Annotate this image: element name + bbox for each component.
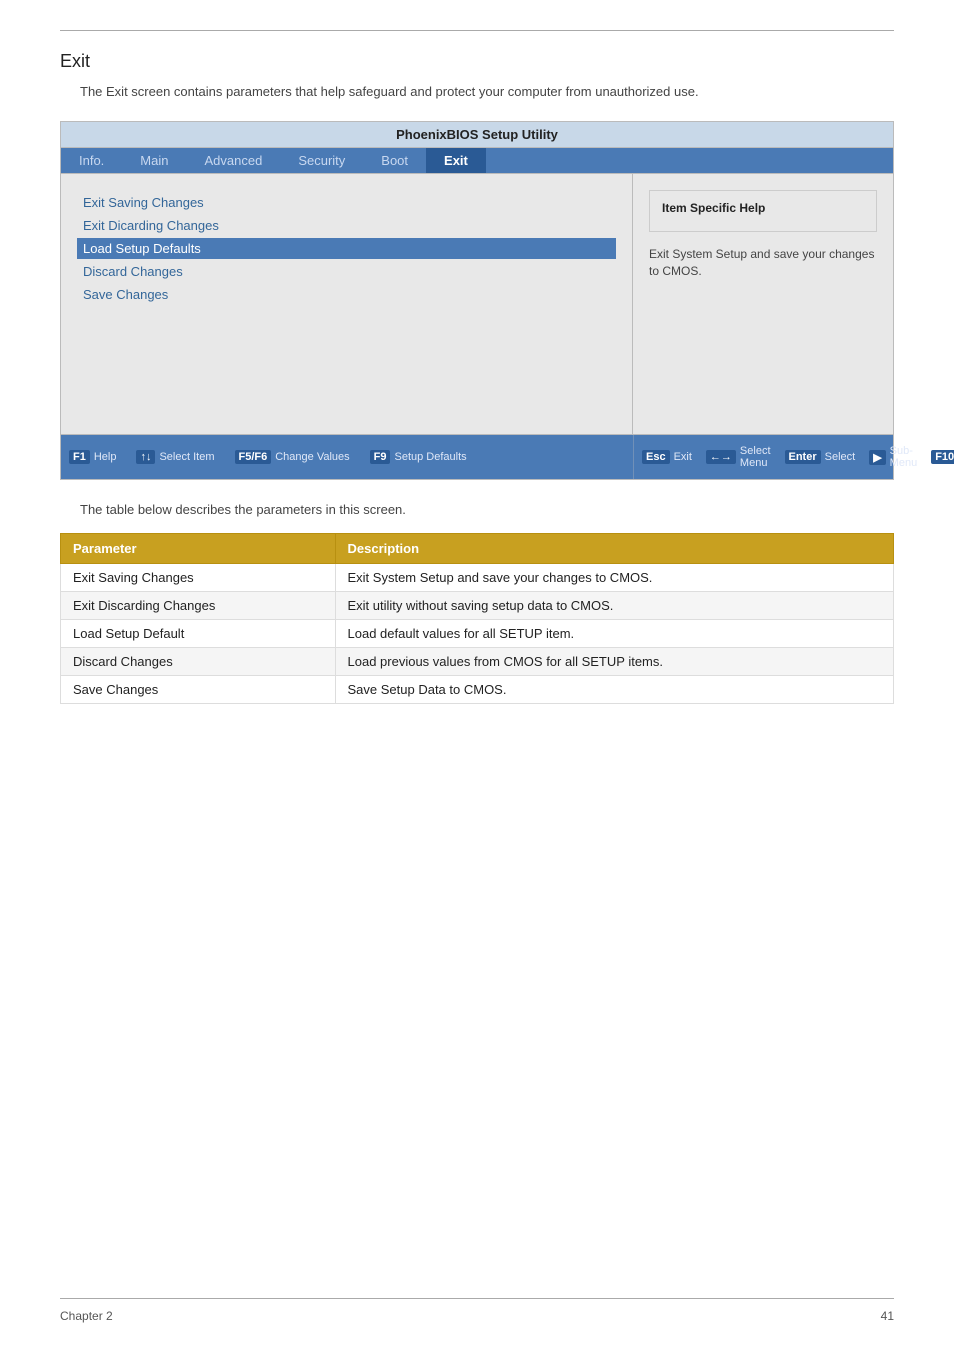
menu-save-changes[interactable]: Save Changes: [77, 284, 616, 305]
key-arrows-label: Select Item: [159, 451, 214, 463]
key-f10: F10: [931, 450, 954, 464]
key-f5f6-label: Change Values: [275, 451, 349, 463]
table-cell-desc: Exit System Setup and save your changes …: [335, 564, 894, 592]
nav-info[interactable]: Info.: [61, 148, 122, 173]
help-text: Exit System Setup and save your changes …: [649, 246, 877, 280]
nav-security[interactable]: Security: [280, 148, 363, 173]
footer-left: Chapter 2: [60, 1309, 113, 1323]
bios-right-panel: Item Specific Help Exit System Setup and…: [633, 174, 893, 434]
bios-bottom-left: F1 Help ↑↓ Select Item F5/F6 Change Valu…: [61, 435, 633, 479]
key-esc: Esc: [642, 450, 670, 464]
key-group-esc: Esc Exit: [642, 439, 692, 475]
table-cell-param: Save Changes: [61, 676, 336, 704]
page-wrapper: Exit The Exit screen contains parameters…: [0, 0, 954, 1351]
key-group-sub: ▶ Sub-Menu: [869, 439, 917, 475]
menu-load-defaults[interactable]: Load Setup Defaults: [77, 238, 616, 259]
bios-title-bar: PhoenixBIOS Setup Utility: [61, 122, 893, 148]
menu-exit-saving[interactable]: Exit Saving Changes: [77, 192, 616, 213]
key-group-arrows: ↑↓ Select Item: [136, 439, 214, 475]
bios-nav: Info. Main Advanced Security Boot Exit: [61, 148, 893, 174]
table-cell-param: Exit Discarding Changes: [61, 592, 336, 620]
table-row: Load Setup DefaultLoad default values fo…: [61, 620, 894, 648]
col-header-parameter: Parameter: [61, 534, 336, 564]
table-cell-desc: Exit utility without saving setup data t…: [335, 592, 894, 620]
bios-utility-box: PhoenixBIOS Setup Utility Info. Main Adv…: [60, 121, 894, 480]
footer-right: 41: [881, 1309, 894, 1323]
key-f1-label: Help: [94, 451, 117, 463]
nav-exit[interactable]: Exit: [426, 148, 486, 173]
menu-exit-discarding[interactable]: Exit Dicarding Changes: [77, 215, 616, 236]
bios-bottom-bar: F1 Help ↑↓ Select Item F5/F6 Change Valu…: [61, 434, 893, 479]
bios-left-panel: Exit Saving Changes Exit Dicarding Chang…: [61, 174, 633, 434]
key-group-lr: ←→ Select Menu: [706, 439, 771, 475]
param-table: Parameter Description Exit Saving Change…: [60, 533, 894, 704]
help-box: Item Specific Help: [649, 190, 877, 232]
table-row: Save ChangesSave Setup Data to CMOS.: [61, 676, 894, 704]
menu-discard-changes[interactable]: Discard Changes: [77, 261, 616, 282]
key-sub: ▶: [869, 450, 885, 465]
table-cell-param: Exit Saving Changes: [61, 564, 336, 592]
key-enter-label: Select: [825, 451, 856, 463]
key-lr-label: Select Menu: [740, 445, 771, 469]
key-f5f6: F5/F6: [235, 450, 272, 464]
key-enter: Enter: [785, 450, 821, 464]
key-group-f5f6: F5/F6 Change Values: [235, 439, 350, 475]
table-row: Exit Discarding ChangesExit utility with…: [61, 592, 894, 620]
key-f9-label: Setup Defaults: [394, 451, 466, 463]
key-group-f9: F9 Setup Defaults: [370, 439, 467, 475]
bios-content: Exit Saving Changes Exit Dicarding Chang…: [61, 174, 893, 434]
nav-boot[interactable]: Boot: [363, 148, 426, 173]
intro-text: The Exit screen contains parameters that…: [80, 84, 894, 99]
col-header-description: Description: [335, 534, 894, 564]
table-row: Exit Saving ChangesExit System Setup and…: [61, 564, 894, 592]
nav-main[interactable]: Main: [122, 148, 186, 173]
key-sub-label: Sub-Menu: [890, 445, 918, 469]
page-footer: Chapter 2 41: [60, 1298, 894, 1323]
table-cell-desc: Load previous values from CMOS for all S…: [335, 648, 894, 676]
key-arrows: ↑↓: [136, 450, 155, 464]
key-group-f10: F10 Save and Exit: [931, 439, 954, 475]
table-cell-param: Load Setup Default: [61, 620, 336, 648]
key-group-f1: F1 Help: [69, 439, 116, 475]
key-group-enter: Enter Select: [785, 439, 856, 475]
table-row: Discard ChangesLoad previous values from…: [61, 648, 894, 676]
key-f1: F1: [69, 450, 90, 464]
desc-text: The table below describes the parameters…: [80, 502, 894, 517]
help-title: Item Specific Help: [662, 201, 864, 215]
table-cell-param: Discard Changes: [61, 648, 336, 676]
page-title: Exit: [60, 51, 894, 72]
key-lr: ←→: [706, 450, 736, 464]
bios-bottom-right: Esc Exit ←→ Select Menu Enter Select ▶ S…: [633, 435, 893, 479]
key-f9: F9: [370, 450, 391, 464]
table-cell-desc: Load default values for all SETUP item.: [335, 620, 894, 648]
key-esc-label: Exit: [674, 451, 692, 463]
nav-advanced[interactable]: Advanced: [186, 148, 280, 173]
top-divider: [60, 30, 894, 31]
table-cell-desc: Save Setup Data to CMOS.: [335, 676, 894, 704]
